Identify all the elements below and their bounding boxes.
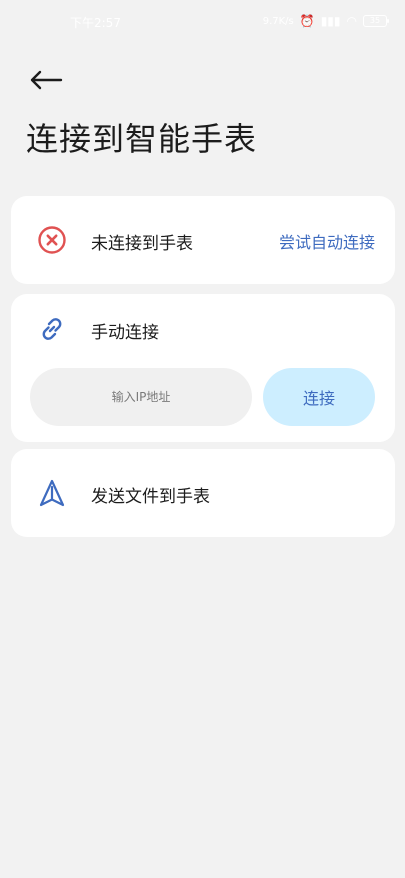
link-icon	[42, 318, 62, 340]
network-speed: 9.7K/s	[262, 15, 294, 27]
send-file-card[interactable]: 发送文件到手表	[11, 449, 395, 537]
status-indicators: 9.7K/s ⏰ ▮▮▮ ◠ 35	[262, 14, 389, 28]
ip-address-input[interactable]	[30, 368, 252, 426]
send-icon	[39, 479, 65, 507]
wifi-icon: ◠	[346, 14, 357, 28]
page-title: 连接到智能手表	[26, 120, 258, 158]
manual-connect-card: 手动连接 连接	[11, 294, 395, 442]
connect-button[interactable]: 连接	[263, 368, 375, 426]
auto-connect-button[interactable]: 尝试自动连接	[279, 229, 375, 253]
alarm-icon: ⏰	[299, 14, 315, 28]
connection-status-card: 未连接到手表 尝试自动连接	[11, 196, 395, 284]
connection-status-text: 未连接到手表	[91, 234, 193, 254]
battery-icon: 35	[363, 15, 389, 27]
send-file-label: 发送文件到手表	[91, 487, 210, 507]
status-time: 下午2:57	[70, 16, 121, 30]
manual-connect-title: 手动连接	[91, 323, 159, 343]
back-arrow-icon	[30, 70, 63, 90]
status-bar: 下午2:57 9.7K/s ⏰ ▮▮▮ ◠ 35	[0, 0, 405, 44]
close-circle-icon	[38, 226, 66, 254]
battery-level: 35	[369, 16, 381, 25]
back-button[interactable]	[26, 62, 66, 98]
signal-icon: ▮▮▮	[320, 14, 341, 28]
